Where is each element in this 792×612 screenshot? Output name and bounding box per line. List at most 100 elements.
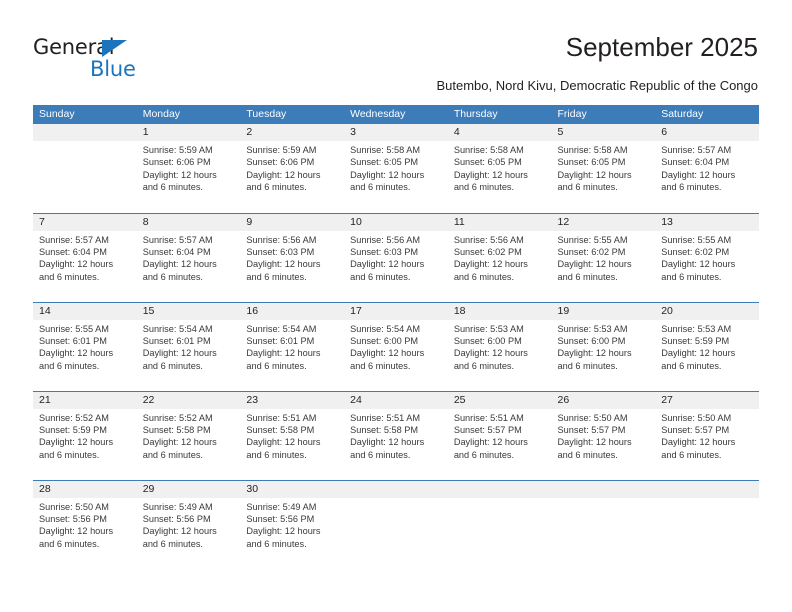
sunset-text: Sunset: 6:04 PM — [661, 157, 730, 168]
day-cell[interactable]: 23 Sunrise: 5:51 AM Sunset: 5:58 PM Dayligh… — [240, 391, 345, 480]
sunrise-text: Sunrise: 5:59 AM — [142, 145, 213, 155]
day-cell[interactable]: 4 Sunrise: 5:58 AM Sunset: 6:05 PM Daylight… — [447, 124, 552, 213]
day-cell[interactable]: 2 Sunrise: 5:59 AM Sunset: 6:06 PM Daylight… — [240, 124, 345, 213]
daylight-text-line2: and 6 minutes. — [39, 360, 100, 371]
day-cell[interactable]: 7 Sunrise: 5:57 AM Sunset: 6:04 PM Daylight… — [33, 213, 137, 302]
calendar-cell[interactable]: 29 Sunrise: 5:49 AM Sunset: 5:56 PM Dayligh… — [136, 479, 241, 570]
day-cell[interactable]: 19 Sunrise: 5:53 AM Sunset: 6:00 PM Dayligh… — [551, 302, 656, 391]
calendar-week-row: 28 Sunrise: 5:50 AM Sunset: 5:56 PM Dayligh… — [33, 479, 759, 570]
day-cell[interactable]: 1 Sunrise: 5:59 AM Sunset: 6:06 PM Daylight… — [136, 124, 241, 213]
calendar-cell[interactable]: 25 Sunrise: 5:51 AM Sunset: 5:57 PM Dayligh… — [447, 390, 552, 480]
calendar-cell[interactable]: 26 Sunrise: 5:50 AM Sunset: 5:57 PM Dayligh… — [551, 390, 656, 480]
day-cell[interactable]: 18 Sunrise: 5:53 AM Sunset: 6:00 PM Dayligh… — [447, 302, 552, 391]
day-number — [344, 480, 448, 498]
sunrise-text: Sunrise: 5:57 AM — [39, 234, 109, 245]
calendar-cell[interactable]: 12 Sunrise: 5:55 AM Sunset: 6:02 PM Dayligh… — [551, 212, 656, 302]
day-cell[interactable]: 20 Sunrise: 5:53 AM Sunset: 5:59 PM Dayligh… — [655, 302, 759, 391]
calendar-cell[interactable]: 16 Sunrise: 5:54 AM Sunset: 6:01 PM Dayligh… — [240, 301, 345, 391]
daylight-text-line2: and 6 minutes. — [557, 182, 618, 193]
calendar-cell[interactable] — [33, 124, 137, 213]
day-cell[interactable]: 26 Sunrise: 5:50 AM Sunset: 5:57 PM Dayligh… — [551, 391, 656, 480]
day-cell[interactable]: 16 Sunrise: 5:54 AM Sunset: 6:01 PM Dayligh… — [240, 302, 345, 391]
calendar-cell[interactable]: 13 Sunrise: 5:55 AM Sunset: 6:02 PM Dayligh… — [655, 212, 759, 302]
day-cell[interactable]: 15 Sunrise: 5:54 AM Sunset: 6:01 PM Dayligh… — [136, 302, 241, 391]
day-cell[interactable]: 24 Sunrise: 5:51 AM Sunset: 5:58 PM Dayligh… — [344, 391, 448, 480]
calendar-cell[interactable]: 2 Sunrise: 5:59 AM Sunset: 6:06 PM Daylight… — [240, 124, 345, 213]
sunset-text: Sunset: 6:06 PM — [142, 157, 211, 168]
calendar-cell[interactable]: 14 Sunrise: 5:55 AM Sunset: 6:01 PM Dayligh… — [33, 301, 137, 391]
calendar-cell[interactable]: 15 Sunrise: 5:54 AM Sunset: 6:01 PM Dayligh… — [136, 301, 241, 391]
daylight-text-line1: Daylight: 12 hours — [39, 526, 114, 537]
day-cell[interactable]: 27 Sunrise: 5:50 AM Sunset: 5:57 PM Dayligh… — [655, 391, 759, 480]
sunset-text: Sunset: 6:00 PM — [557, 335, 626, 346]
calendar-cell[interactable]: 30 Sunrise: 5:49 AM Sunset: 5:56 PM Dayligh… — [240, 479, 345, 570]
day-cell[interactable]: 29 Sunrise: 5:49 AM Sunset: 5:56 PM Dayligh… — [136, 480, 241, 570]
calendar-cell[interactable]: 9 Sunrise: 5:56 AM Sunset: 6:03 PM Daylight… — [240, 212, 345, 302]
calendar-cell[interactable] — [447, 479, 552, 569]
day-cell[interactable]: 28 Sunrise: 5:50 AM Sunset: 5:56 PM Dayligh… — [33, 480, 137, 570]
sunset-text: Sunset: 6:04 PM — [142, 246, 211, 257]
calendar-cell[interactable]: 5 Sunrise: 5:58 AM Sunset: 6:05 PM Daylight… — [551, 124, 656, 213]
day-info: Sunrise: 5:49 AM Sunset: 5:56 PM Daylight:… — [137, 498, 241, 551]
sunrise-text: Sunrise: 5:55 AM — [39, 323, 109, 334]
day-cell[interactable]: 10 Sunrise: 5:56 AM Sunset: 6:03 PM Dayligh… — [344, 213, 448, 302]
calendar-cell[interactable]: 27 Sunrise: 5:50 AM Sunset: 5:57 PM Dayligh… — [655, 390, 759, 480]
day-cell[interactable]: 21 Sunrise: 5:52 AM Sunset: 5:59 PM Dayligh… — [33, 391, 137, 480]
calendar-cell[interactable]: 20 Sunrise: 5:53 AM Sunset: 5:59 PM Dayligh… — [655, 301, 759, 391]
sunrise-text: Sunrise: 5:51 AM — [350, 412, 421, 423]
calendar-cell[interactable] — [655, 479, 759, 569]
sunset-text: Sunset: 6:02 PM — [557, 246, 626, 257]
calendar-cell[interactable]: 17 Sunrise: 5:54 AM Sunset: 6:00 PM Dayligh… — [344, 301, 448, 391]
sunset-text: Sunset: 6:01 PM — [246, 335, 315, 346]
calendar-cell[interactable]: 19 Sunrise: 5:53 AM Sunset: 6:00 PM Dayligh… — [551, 301, 656, 391]
daylight-text-line1: Daylight: 12 hours — [350, 437, 425, 448]
day-cell[interactable]: 3 Sunrise: 5:58 AM Sunset: 6:05 PM Daylight… — [344, 124, 448, 213]
calendar-cell[interactable]: 28 Sunrise: 5:50 AM Sunset: 5:56 PM Dayligh… — [33, 479, 137, 570]
daylight-text-line2: and 6 minutes. — [246, 538, 307, 549]
daylight-text-line2: and 6 minutes. — [39, 449, 100, 460]
calendar-cell[interactable]: 3 Sunrise: 5:58 AM Sunset: 6:05 PM Daylight… — [344, 124, 448, 213]
sunset-text: Sunset: 6:00 PM — [453, 335, 522, 346]
sunrise-text: Sunrise: 5:51 AM — [246, 412, 317, 423]
sunrise-text: Sunrise: 5:55 AM — [661, 234, 732, 245]
day-cell[interactable]: 25 Sunrise: 5:51 AM Sunset: 5:57 PM Dayligh… — [447, 391, 552, 480]
calendar-cell[interactable]: 23 Sunrise: 5:51 AM Sunset: 5:58 PM Dayligh… — [240, 390, 345, 480]
day-cell[interactable]: 6 Sunrise: 5:57 AM Sunset: 6:04 PM Daylight… — [655, 124, 759, 213]
sunrise-text: Sunrise: 5:54 AM — [142, 323, 213, 334]
calendar-cell[interactable] — [551, 479, 656, 569]
calendar-cell[interactable] — [344, 479, 448, 569]
day-cell[interactable]: 14 Sunrise: 5:55 AM Sunset: 6:01 PM Dayligh… — [33, 302, 137, 391]
day-cell[interactable]: 22 Sunrise: 5:52 AM Sunset: 5:58 PM Dayligh… — [136, 391, 241, 480]
calendar-table: Sunday Monday Tuesday Wednesday Thursday… — [33, 105, 759, 569]
sunrise-text: Sunrise: 5:51 AM — [453, 412, 524, 423]
calendar-cell[interactable]: 8 Sunrise: 5:57 AM Sunset: 6:04 PM Daylight… — [136, 212, 241, 302]
sunset-text: Sunset: 6:06 PM — [246, 157, 315, 168]
daylight-text-line2: and 6 minutes. — [453, 182, 515, 193]
calendar-cell[interactable]: 24 Sunrise: 5:51 AM Sunset: 5:58 PM Dayligh… — [344, 390, 448, 480]
day-cell[interactable]: 12 Sunrise: 5:55 AM Sunset: 6:02 PM Dayligh… — [551, 213, 656, 302]
day-number: 19 — [551, 302, 656, 320]
calendar-cell[interactable]: 11 Sunrise: 5:56 AM Sunset: 6:02 PM Dayligh… — [447, 212, 552, 302]
general-blue-logo[interactable]: General Blue — [33, 35, 213, 83]
sunrise-text: Sunrise: 5:53 AM — [557, 323, 628, 334]
day-cell[interactable]: 11 Sunrise: 5:56 AM Sunset: 6:02 PM Dayligh… — [447, 213, 552, 302]
calendar-cell[interactable]: 18 Sunrise: 5:53 AM Sunset: 6:00 PM Dayligh… — [447, 301, 552, 391]
calendar-cell[interactable]: 7 Sunrise: 5:57 AM Sunset: 6:04 PM Daylight… — [33, 212, 137, 302]
calendar-cell[interactable]: 22 Sunrise: 5:52 AM Sunset: 5:58 PM Dayligh… — [136, 390, 241, 480]
daylight-text-line2: and 6 minutes. — [246, 182, 307, 193]
daylight-text-line1: Daylight: 12 hours — [246, 437, 321, 448]
day-cell[interactable]: 8 Sunrise: 5:57 AM Sunset: 6:04 PM Daylight… — [136, 213, 241, 302]
calendar-cell[interactable]: 1 Sunrise: 5:59 AM Sunset: 6:06 PM Daylight… — [136, 124, 241, 213]
day-cell[interactable]: 30 Sunrise: 5:49 AM Sunset: 5:56 PM Dayligh… — [240, 480, 345, 570]
calendar-cell[interactable]: 6 Sunrise: 5:57 AM Sunset: 6:04 PM Daylight… — [655, 124, 759, 213]
calendar-cell[interactable]: 10 Sunrise: 5:56 AM Sunset: 6:03 PM Dayligh… — [344, 212, 448, 302]
day-cell[interactable]: 17 Sunrise: 5:54 AM Sunset: 6:00 PM Dayligh… — [344, 302, 448, 391]
day-cell[interactable]: 5 Sunrise: 5:58 AM Sunset: 6:05 PM Daylight… — [551, 124, 656, 213]
day-cell[interactable]: 13 Sunrise: 5:55 AM Sunset: 6:02 PM Dayligh… — [655, 213, 759, 302]
sunrise-text: Sunrise: 5:53 AM — [661, 323, 732, 334]
daylight-text-line2: and 6 minutes. — [350, 449, 411, 460]
calendar-cell[interactable]: 21 Sunrise: 5:52 AM Sunset: 5:59 PM Dayligh… — [33, 390, 137, 480]
day-cell[interactable]: 9 Sunrise: 5:56 AM Sunset: 6:03 PM Daylight… — [240, 213, 345, 302]
sunrise-text: Sunrise: 5:50 AM — [661, 412, 732, 423]
calendar-cell[interactable]: 4 Sunrise: 5:58 AM Sunset: 6:05 PM Daylight… — [447, 124, 552, 213]
